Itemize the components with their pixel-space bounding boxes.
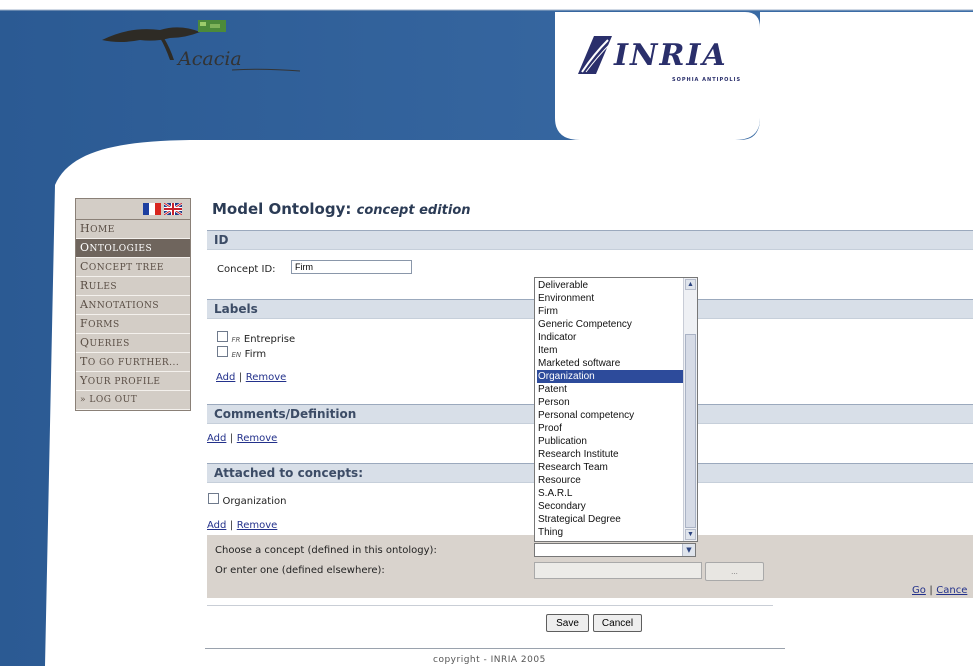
browse-button[interactable]: ...: [705, 562, 764, 581]
concept-option[interactable]: Personal competency: [537, 409, 683, 422]
concept-option[interactable]: Environment: [537, 292, 683, 305]
concept-option[interactable]: Person: [537, 396, 683, 409]
nav-home[interactable]: Home: [76, 220, 190, 239]
concept-option[interactable]: Proof: [537, 422, 683, 435]
nav-to-go-further[interactable]: To go further...: [76, 353, 190, 372]
org-subtitle: SOPHIA ANTIPOLIS: [672, 77, 742, 83]
concept-option[interactable]: Resource: [537, 474, 683, 487]
label-text: Entreprise: [243, 334, 296, 345]
concept-option[interactable]: Research Institute: [537, 448, 683, 461]
copyright-text: copyright - INRIA 2005: [433, 655, 546, 665]
attached-concept-checkbox[interactable]: [208, 493, 219, 504]
nav-forms[interactable]: Forms: [76, 315, 190, 334]
concept-option[interactable]: Publication: [537, 435, 683, 448]
cancel-button[interactable]: Cancel: [593, 614, 642, 632]
concept-option[interactable]: Marketed software: [537, 357, 683, 370]
labels-actions: Add | Remove: [216, 372, 287, 383]
labels-add-link[interactable]: Add: [216, 372, 235, 383]
sidebar-nav: Home Ontologies Concept Tree Rules Annot…: [75, 198, 191, 411]
uk-flag-icon[interactable]: [164, 203, 182, 215]
label-row-fr: FR Entreprise: [217, 331, 295, 345]
concept-option[interactable]: Patent: [537, 383, 683, 396]
label-row-en: EN Firm: [217, 346, 266, 360]
nav-queries[interactable]: Queries: [76, 334, 190, 353]
page-title: Model Ontology: concept edition: [212, 200, 471, 218]
nav-annotations[interactable]: Annotations: [76, 296, 190, 315]
concept-id-label: Concept ID:: [217, 264, 276, 275]
concept-option[interactable]: Deliverable: [537, 279, 683, 292]
enter-concept-label: Or enter one (defined elsewhere):: [215, 565, 385, 576]
fr-flag-icon[interactable]: [143, 203, 161, 215]
choose-actions: Go | Cance: [912, 585, 968, 596]
labels-remove-link[interactable]: Remove: [246, 372, 287, 383]
scroll-down-icon[interactable]: ▼: [685, 529, 696, 540]
attached-concept-row: Organization: [208, 493, 286, 507]
divider: [207, 605, 773, 606]
nav-rules[interactable]: Rules: [76, 277, 190, 296]
scrollbar-thumb[interactable]: [685, 334, 696, 528]
concept-option[interactable]: S.A.R.L: [537, 487, 683, 500]
id-section-header: ID: [207, 230, 973, 250]
chevron-down-icon[interactable]: ▼: [682, 544, 695, 556]
label-text: Firm: [244, 349, 267, 360]
concept-option[interactable]: Firm: [537, 305, 683, 318]
concept-option[interactable]: Thing: [537, 526, 683, 539]
nav-concept-tree[interactable]: Concept Tree: [76, 258, 190, 277]
concept-option[interactable]: Organization: [537, 370, 683, 383]
nav-ontologies[interactable]: Ontologies: [76, 239, 190, 258]
concept-option[interactable]: Item: [537, 344, 683, 357]
comments-remove-link[interactable]: Remove: [237, 433, 278, 444]
page-title-main: Model Ontology:: [212, 200, 352, 218]
cancel-link[interactable]: Cance: [936, 585, 967, 596]
lang-tag: FR: [231, 336, 241, 344]
inria-logo-icon: [578, 36, 612, 74]
language-flags: [76, 199, 190, 220]
scroll-up-icon[interactable]: ▲: [685, 279, 696, 290]
comments-actions: Add | Remove: [207, 433, 278, 444]
attached-remove-link[interactable]: Remove: [237, 520, 278, 531]
org-name: INRIA: [614, 38, 728, 73]
label-fr-checkbox[interactable]: [217, 331, 228, 342]
footer-divider: [205, 648, 785, 649]
nav-log-out[interactable]: » Log Out: [76, 391, 190, 410]
choose-concept-label: Choose a concept (defined in this ontolo…: [215, 545, 437, 556]
concept-dropdown-list[interactable]: Deliverable Environment Firm Generic Compet…: [534, 277, 698, 542]
dropdown-scrollbar[interactable]: ▲ ▼: [683, 278, 697, 541]
attached-add-link[interactable]: Add: [207, 520, 226, 531]
attached-actions: Add | Remove: [207, 520, 278, 531]
nav-your-profile[interactable]: Your profile: [76, 372, 190, 391]
concept-select[interactable]: ▼: [534, 543, 696, 557]
acacia-underline: [232, 68, 301, 72]
concept-option[interactable]: Generic Competency: [537, 318, 683, 331]
concept-option[interactable]: Secondary: [537, 500, 683, 513]
concept-id-input[interactable]: [291, 260, 412, 274]
concept-option[interactable]: Research Team: [537, 461, 683, 474]
external-concept-input[interactable]: [534, 562, 702, 579]
comments-add-link[interactable]: Add: [207, 433, 226, 444]
go-link[interactable]: Go: [912, 585, 926, 596]
page-title-sub: concept edition: [356, 203, 471, 218]
lang-tag: EN: [231, 351, 242, 359]
save-button[interactable]: Save: [546, 614, 589, 632]
label-en-checkbox[interactable]: [217, 346, 228, 357]
concept-option[interactable]: Strategical Degree: [537, 513, 683, 526]
concept-option[interactable]: Indicator: [537, 331, 683, 344]
attached-concept-label: Organization: [222, 496, 287, 507]
